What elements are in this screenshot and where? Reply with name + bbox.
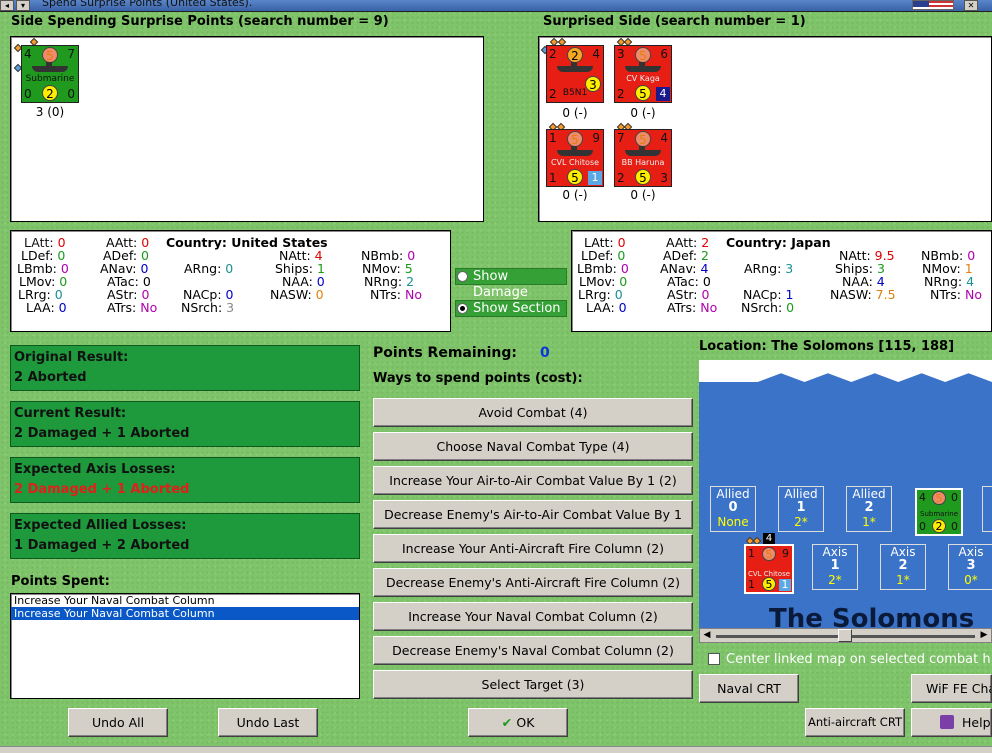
unit-caption: 0 (-) — [630, 188, 656, 202]
us-flag-icon — [912, 0, 954, 10]
unit-caption: 3 (0) — [35, 105, 65, 119]
axis-box-1[interactable]: Axis 1 2* — [812, 544, 858, 590]
map-unit-submarine[interactable]: 4 5 0 Submarine 0 2 0 — [915, 488, 963, 536]
scroll-right-icon[interactable]: ▶ — [977, 629, 991, 642]
help-button[interactable]: Help — [911, 708, 992, 737]
location-label: Location: The Solomons [115, 188] — [699, 339, 955, 354]
aircraft-icon — [557, 62, 593, 72]
unit-counter-cv-kaga[interactable]: 3 5 6 CV Kaga 2 5 4 — [614, 45, 672, 103]
window-title: Spend Surprise Points (United States). — [42, 0, 253, 9]
increase-anti-aircraft-button[interactable]: Increase Your Anti-Aircraft Fire Column … — [373, 534, 693, 563]
points-spent-list[interactable]: Increase Your Naval Combat Column Increa… — [10, 593, 360, 699]
close-icon[interactable]: ✕ — [964, 0, 978, 11]
naval-crt-button[interactable]: Naval CRT — [699, 674, 799, 703]
ok-button[interactable]: ✔ OK — [468, 708, 568, 737]
expected-axis-losses: Expected Axis Losses: 2 Damaged + 1 Abor… — [10, 457, 360, 503]
unit-caption: 0 (-) — [630, 106, 656, 120]
ways-to-spend-label: Ways to spend points (cost): — [373, 371, 583, 386]
show-section-option[interactable]: Show Section — [455, 300, 567, 317]
coastline — [699, 360, 992, 382]
spending-units-panel: 4 5 7 Submarine 0 2 0 3 (0) — [10, 36, 484, 222]
ship-icon — [625, 146, 661, 156]
sea-zone-map[interactable]: Allied 0 None Allied 1 2* Allied 2 1* 4 … — [699, 360, 992, 628]
current-result: Current Result: 2 Damaged + 1 Aborted — [10, 401, 360, 447]
right-header: Surprised Side (search number = 1) — [543, 14, 806, 29]
help-book-icon — [940, 715, 954, 729]
points-spent-label: Points Spent: — [11, 574, 110, 589]
jp-stats-panel: LAtt: 0 AAtt: 2 Country: Japan LDef: 0 A… — [571, 230, 992, 332]
country-jp: Japan — [791, 235, 831, 250]
points-remaining-label: Points Remaining: — [373, 345, 518, 361]
ship-icon — [557, 146, 593, 156]
scroll-left-icon[interactable]: ◀ — [700, 629, 714, 642]
unit-counter-b5n1[interactable]: 2 2 4 3 2 B5N1 — [546, 45, 604, 103]
allied-box-2[interactable]: Allied 2 1* — [846, 486, 892, 532]
surprised-units-panel: 2 2 4 3 2 B5N1 0 (-) 3 5 6 CV Kaga 2 5 4… — [538, 36, 992, 222]
allied-box-3[interactable] — [982, 486, 992, 532]
original-result: Original Result: 2 Aborted — [10, 345, 360, 391]
map-scrollbar[interactable]: ◀ ▶ — [699, 628, 992, 643]
center-linked-map-checkbox[interactable]: Center linked map on selected combat h — [708, 652, 991, 668]
ship-icon — [625, 62, 661, 72]
undo-all-button[interactable]: Undo All — [68, 708, 168, 737]
undo-last-button[interactable]: Undo Last — [218, 708, 318, 737]
unit-counter-bb-haruna[interactable]: 7 5 4 BB Haruna 2 5 3 — [614, 129, 672, 187]
unit-caption: 0 (-) — [562, 188, 588, 202]
system-menu-icon[interactable]: ◂ — [0, 0, 14, 11]
points-remaining-value: 0 — [540, 345, 550, 361]
checkbox-box[interactable] — [708, 653, 720, 665]
list-item[interactable]: Increase Your Naval Combat Column — [11, 607, 359, 620]
decrease-enemy-anti-aircraft-button[interactable]: Decrease Enemy's Anti-Aircraft Fire Colu… — [373, 568, 693, 597]
axis-box-3[interactable]: Axis 3 0* — [948, 544, 992, 590]
choose-naval-combat-type-button[interactable]: Choose Naval Combat Type (4) — [373, 432, 693, 461]
title-bar: ◂ ▾ Spend Surprise Points (United States… — [0, 0, 992, 12]
increase-naval-combat-button[interactable]: Increase Your Naval Combat Column (2) — [373, 602, 693, 631]
decrease-enemy-naval-combat-button[interactable]: Decrease Enemy's Naval Combat Column (2) — [373, 636, 693, 665]
scroll-thumb[interactable] — [838, 629, 852, 642]
anti-aircraft-crt-button[interactable]: Anti-aircraft CRT — [805, 708, 905, 737]
submarine-icon — [32, 62, 68, 72]
allied-box-1[interactable]: Allied 1 2* — [778, 486, 824, 532]
minimize-icon[interactable]: ▾ — [16, 0, 30, 11]
show-section-radio[interactable] — [457, 303, 468, 314]
unit-counter-cvl-chitose[interactable]: 1 5 9 CVL Chitose 1 5 1 — [546, 129, 604, 187]
decrease-enemy-air-to-air-button[interactable]: Decrease Enemy's Air-to-Air Combat Value… — [373, 500, 693, 549]
axis-box-2[interactable]: Axis 2 1* — [880, 544, 926, 590]
left-header: Side Spending Surprise Points (search nu… — [11, 14, 389, 29]
sea-zone-name: The Solomons — [769, 604, 975, 628]
avoid-combat-button[interactable]: Avoid Combat (4) — [373, 398, 693, 427]
select-target-button[interactable]: Select Target (3) — [373, 670, 693, 699]
unit-counter-submarine[interactable]: 4 5 7 Submarine 0 2 0 — [21, 45, 79, 103]
checkmark-icon: ✔ — [501, 715, 517, 730]
show-damage-radio[interactable] — [457, 271, 468, 282]
allied-box-0[interactable]: Allied 0 None — [710, 486, 756, 532]
show-damage-option[interactable]: Show Damage — [455, 268, 567, 300]
increase-air-to-air-button[interactable]: Increase Your Air-to-Air Combat Value By… — [373, 466, 693, 495]
us-stats-panel: LAtt: 0 AAtt: 0 Country: United States L… — [10, 230, 451, 332]
unit-caption: 0 (-) — [562, 106, 588, 120]
status-bar — [0, 746, 992, 753]
expected-allied-losses: Expected Allied Losses: 1 Damaged + 2 Ab… — [10, 513, 360, 559]
map-unit-cvl-chitose[interactable]: 1 5 9 CVL Chitose 1 5 1 — [744, 544, 794, 594]
list-item[interactable]: Increase Your Naval Combat Column — [11, 594, 359, 607]
wif-fe-charts-button[interactable]: WiF FE Charts — [911, 674, 992, 703]
